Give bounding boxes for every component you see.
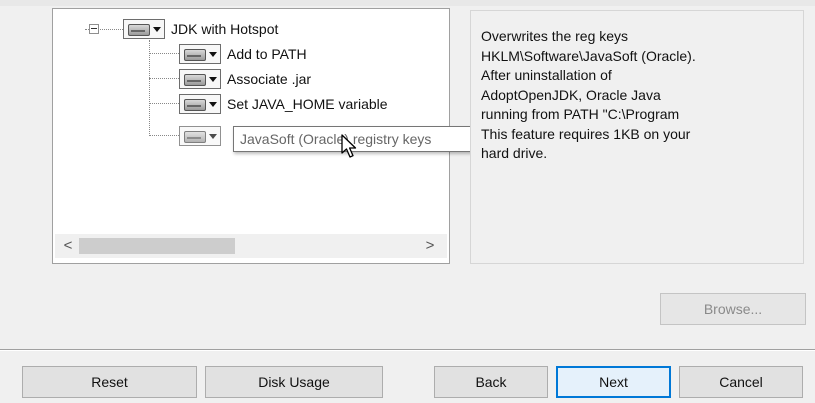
tree-item-add-to-path[interactable]: Add to PATH [179, 42, 307, 66]
tree-item-tooltip: JavaSoft (Oracle) registry keys [233, 126, 505, 152]
feature-description: Overwrites the reg keys HKLM\Software\Ja… [481, 27, 797, 164]
tree-connector [149, 53, 179, 54]
tree-item-label: Set JAVA_HOME variable [227, 96, 388, 112]
scrollbar-thumb[interactable] [79, 238, 235, 254]
description-line: running from PATH "C:\Program [481, 106, 680, 122]
hard-drive-icon[interactable] [179, 44, 221, 64]
hard-drive-icon[interactable] [179, 126, 221, 146]
back-button[interactable]: Back [434, 366, 548, 398]
collapse-toggle[interactable] [89, 24, 99, 34]
hard-drive-icon[interactable] [179, 94, 221, 114]
tree-connector [149, 135, 179, 136]
description-line: Overwrites the reg keys [481, 28, 629, 44]
description-line: HKLM\Software\JavaSoft (Oracle). [481, 47, 696, 64]
tree-item-associate-jar[interactable]: Associate .jar [179, 67, 311, 91]
tree-item-label: Associate .jar [227, 71, 312, 87]
description-line: hard drive. [481, 145, 548, 161]
tree-item-label: JDK with Hotspot [171, 21, 279, 37]
tree-connector [149, 78, 179, 79]
tree-item-label: Add to PATH [227, 46, 307, 62]
description-line: This feature requires 1KB on your [481, 125, 691, 142]
browse-button[interactable]: Browse... [660, 293, 806, 325]
tree-item-jdk-hotspot[interactable]: JDK with Hotspot [123, 17, 278, 41]
top-edge [0, 0, 815, 6]
tree-item-set-java-home[interactable]: Set JAVA_HOME variable [179, 92, 388, 116]
disk-usage-button[interactable]: Disk Usage [205, 366, 383, 398]
tree-connector [149, 103, 179, 104]
hard-drive-icon[interactable] [179, 69, 221, 89]
mouse-cursor-icon [341, 134, 357, 158]
scroll-left-button[interactable]: < [57, 234, 79, 258]
cancel-button[interactable]: Cancel [679, 366, 803, 398]
description-line: After uninstallation of [481, 67, 612, 83]
feature-description-panel: Overwrites the reg keys HKLM\Software\Ja… [470, 10, 804, 264]
description-line: AdoptOpenJDK, Oracle Java [481, 86, 661, 103]
scroll-right-button[interactable]: > [419, 234, 441, 258]
next-button[interactable]: Next [556, 366, 671, 398]
tree-connector [149, 40, 150, 136]
tree-item-javasoft-registry[interactable] [179, 124, 227, 148]
hard-drive-icon[interactable] [123, 19, 165, 39]
horizontal-scrollbar[interactable]: < > [55, 234, 447, 258]
divider [0, 349, 815, 351]
reset-button[interactable]: Reset [22, 366, 197, 398]
